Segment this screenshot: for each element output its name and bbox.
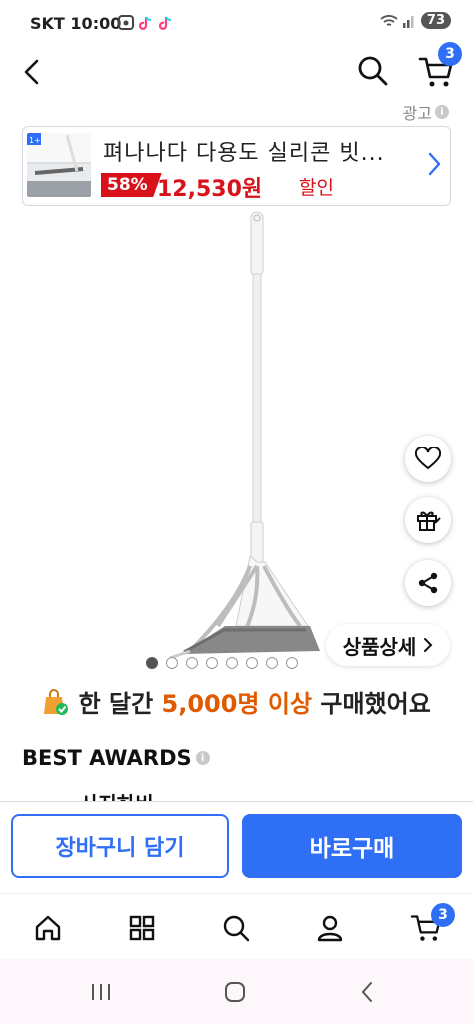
carousel-dot[interactable] bbox=[246, 657, 258, 669]
svg-text:1+1: 1+1 bbox=[29, 136, 46, 145]
chevron-right-icon bbox=[428, 152, 441, 176]
share-icon bbox=[418, 572, 438, 594]
product-image-svg bbox=[169, 211, 320, 660]
nav-search[interactable] bbox=[216, 908, 256, 948]
sale-label: 할인 bbox=[299, 177, 334, 199]
home-circle-icon bbox=[225, 982, 245, 1002]
search-button[interactable] bbox=[354, 52, 392, 90]
carousel-dot[interactable] bbox=[286, 657, 298, 669]
purchase-prefix: 한 달간 bbox=[78, 690, 162, 718]
best-awards-title: BEST AWARDS bbox=[22, 746, 192, 770]
share-button[interactable] bbox=[405, 560, 451, 606]
nav-categories[interactable] bbox=[122, 908, 162, 948]
nav-cart-count-badge: 3 bbox=[431, 903, 455, 927]
heart-icon bbox=[415, 447, 441, 470]
bottom-navigation: 3 bbox=[0, 893, 473, 960]
recent-apps-button[interactable] bbox=[86, 977, 116, 1007]
product-image[interactable] bbox=[120, 206, 340, 666]
system-navigation-bar bbox=[0, 959, 473, 1024]
status-bar: SKT 10:00 73 bbox=[0, 0, 473, 46]
ad-chevron bbox=[428, 151, 442, 181]
carousel-dot[interactable] bbox=[266, 657, 278, 669]
wifi-signal-icon bbox=[380, 14, 414, 28]
status-carrier-time: SKT 10:00 bbox=[30, 14, 121, 33]
image-carousel-indicator bbox=[146, 657, 298, 669]
battery-indicator: 73 bbox=[420, 12, 451, 29]
product-detail-button[interactable]: 상품상세 bbox=[326, 624, 450, 666]
back-button[interactable] bbox=[14, 54, 50, 90]
notification-icon bbox=[118, 15, 172, 30]
carousel-dot[interactable] bbox=[206, 657, 218, 669]
carousel-dot[interactable] bbox=[226, 657, 238, 669]
carrier-label: SKT bbox=[30, 14, 65, 33]
purchase-highlight: 5,000명 이상 bbox=[161, 690, 313, 718]
ad-title: 펴나나다 다용도 실리콘 빗... bbox=[103, 141, 385, 166]
notification-icons bbox=[118, 14, 180, 36]
wishlist-button[interactable] bbox=[405, 436, 451, 482]
home-system-button[interactable] bbox=[219, 976, 251, 1008]
grid-icon bbox=[129, 915, 155, 941]
gift-button[interactable] bbox=[405, 497, 451, 543]
user-icon bbox=[317, 915, 343, 942]
carousel-dot[interactable] bbox=[186, 657, 198, 669]
gift-icon bbox=[417, 511, 441, 531]
carousel-dot[interactable] bbox=[146, 657, 158, 669]
nav-home[interactable] bbox=[28, 908, 68, 948]
ad-label-text: 광고 bbox=[402, 104, 432, 123]
recent-apps-icon bbox=[92, 984, 110, 1000]
discount-badge: 58% bbox=[101, 173, 162, 197]
carousel-dot[interactable] bbox=[166, 657, 178, 669]
ad-product-image: 1+1 bbox=[27, 133, 91, 197]
cart-count-badge: 3 bbox=[438, 42, 462, 66]
time-label: 10:00 bbox=[70, 14, 122, 33]
shopping-bag-check-icon bbox=[44, 689, 69, 715]
nav-my-page[interactable] bbox=[310, 908, 350, 948]
status-right: 73 bbox=[379, 12, 451, 29]
ad-banner[interactable]: 1+1 펴나나다 다용도 실리콘 빗... 58% 12,530원 할인 bbox=[22, 126, 451, 206]
info-icon: i bbox=[435, 105, 449, 119]
system-back-button[interactable] bbox=[352, 976, 382, 1008]
purchase-suffix: 구매했어요 bbox=[312, 690, 431, 718]
product-detail-label: 상품상세 bbox=[342, 634, 417, 659]
purchase-count-info: 한 달간 5,000명 이상 구매했어요 bbox=[0, 684, 473, 719]
home-icon bbox=[35, 915, 61, 941]
ad-thumbnail: 1+1 bbox=[27, 133, 91, 197]
info-icon[interactable]: i bbox=[195, 751, 210, 765]
chevron-right-icon bbox=[424, 638, 433, 652]
top-bar: 3 bbox=[0, 42, 473, 98]
ad-label[interactable]: 광고 i bbox=[403, 100, 449, 124]
best-awards-heading: BEST AWARDS i bbox=[22, 746, 210, 770]
add-to-cart-button[interactable]: 장바구니 담기 bbox=[11, 814, 229, 878]
search-icon bbox=[358, 56, 388, 86]
ad-price: 12,530원 bbox=[157, 177, 263, 202]
purchase-action-bar: 장바구니 담기 바로구매 bbox=[0, 801, 473, 894]
chevron-left-icon bbox=[24, 59, 39, 85]
buy-now-button[interactable]: 바로구매 bbox=[242, 814, 462, 878]
search-icon bbox=[223, 915, 250, 942]
chevron-left-icon bbox=[361, 982, 372, 1002]
